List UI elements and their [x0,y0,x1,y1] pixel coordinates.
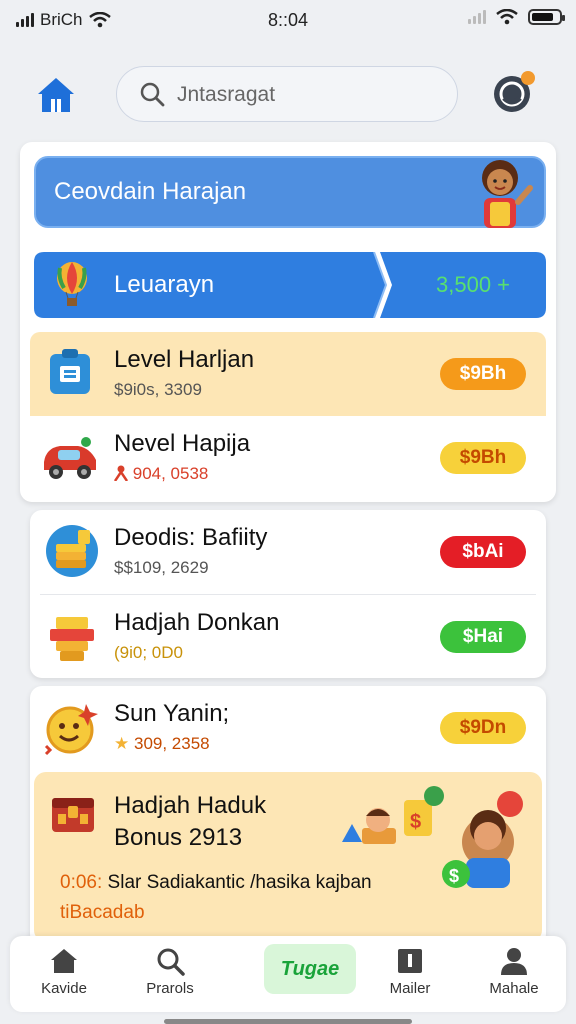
search-icon [157,948,185,976]
bonus-promo[interactable]: Hadjah Haduk Bonus 2913 $ $ 0:06: Slar S… [34,772,542,942]
nav-label: Mahale [489,980,539,997]
reward-badge[interactable]: $9Bh [440,358,526,390]
gold-stack-icon [50,617,94,661]
hero-banner[interactable]: Ceovdain Harajan [34,156,546,228]
nav-label: Tugae [280,958,340,980]
top-bar: Jntasragat [0,60,576,130]
hero-title: Ceovdain Harajan [54,178,247,205]
row-title: Nevel Hapija [114,430,251,457]
list-item[interactable]: Nevel Hapija 904, 0538 $9Bh [30,416,546,500]
reward-badge[interactable]: $9Bh [440,442,526,474]
list-card: Deodis: Bafiity $$109, 2629 $bAi Hadjah … [30,510,546,678]
search-bar[interactable]: Jntasragat [116,66,458,122]
status-bar: BriCh 8::04 [0,0,576,40]
row-subtitle: 904, 0538 [113,464,209,484]
ribbon-label: Leuarayn [114,271,215,298]
promo-text-line1: 0:06: Slar Sadiakantic /hasika kajban [60,868,372,898]
nav-item-center[interactable]: Tugae [264,944,356,994]
row-subtitle: ★ 309, 2358 [114,734,210,754]
row-subtitle: $9i0s, 3309 [114,380,202,399]
bottom-nav: Kavide Prarols Tugae Mailer Mahale [10,936,566,1012]
reward-badge[interactable]: $bAi [440,536,526,568]
row-title: Hadjah Donkan [114,609,280,636]
promo-title-line2: Bonus 2913 [114,824,243,851]
bookmark-icon [398,949,422,973]
promo-text-line2: tiBacadab [60,902,145,923]
car-icon [44,437,96,479]
star-icon: ★ [114,734,130,753]
promo-title-line1: Hadjah Haduk [114,792,267,819]
wifi-icon-secondary [496,9,518,25]
support-icon [494,71,535,112]
home-button[interactable] [34,72,78,116]
list-card-bonus: Sun Yanin; ★ 309, 2358 $9Dn Hadjah Haduk… [30,686,546,946]
nav-label: Mailer [389,980,431,997]
coins-icon [46,525,98,577]
list-item[interactable]: Level Harljan $9i0s, 3309 $9Bh [30,332,546,416]
nav-label: Prarols [146,980,194,997]
balloon-icon [57,262,87,306]
row-subtitle-value: 309, 2358 [133,734,210,753]
status-right [468,9,565,25]
level-ribbon[interactable]: Leuarayn 3,500 + [34,252,546,318]
search-input[interactable]: Jntasragat [177,83,275,107]
promo-title: Hadjah Haduk Bonus 2913 [114,790,266,854]
row-title: Sun Yanin; [114,700,230,727]
battery-icon [528,9,565,25]
svg-text:$: $ [410,811,421,833]
ribbon-value: 3,500 + [436,272,511,297]
row-subtitle: (9i0; 0D0 [114,643,183,662]
nav-item-mail[interactable]: Mailer [360,936,460,1012]
person-icon [113,465,129,482]
row-subtitle-value: 904, 0538 [132,464,209,483]
list-item[interactable]: Deodis: Bafiity $$109, 2629 $bAi [30,510,546,594]
profile-button[interactable] [490,68,538,116]
treasure-chest-icon [52,798,94,832]
clipboard-icon [50,349,90,394]
promo-description: Slar Sadiakantic /hasika kajban [102,872,372,893]
smiley-icon [44,704,98,756]
promo-text: 0:06: Slar Sadiakantic /hasika kajban ti… [60,868,372,928]
list-item[interactable]: Sun Yanin; ★ 309, 2358 $9Dn [30,686,546,770]
reward-badge[interactable]: $Hai [440,621,526,653]
nav-item-profile[interactable]: Mahale [464,936,564,1012]
row-title: Level Harljan [114,346,255,373]
svg-text:$: $ [449,866,459,886]
signal-icon-secondary [468,10,486,24]
user-icon [501,948,527,975]
nav-item-search[interactable]: Prarols [120,936,220,1012]
nav-label: Kavide [41,980,87,997]
row-subtitle: $$109, 2629 [114,558,209,577]
nav-item-home[interactable]: Kavide [14,936,114,1012]
row-title: Deodis: Bafiity [114,524,268,551]
search-icon [140,82,165,107]
main-card: Ceovdain Harajan Leuarayn 3,500 + Level … [20,142,556,502]
home-indicator [164,1019,412,1024]
list-item[interactable]: Hadjah Donkan (9i0; 0D0 $Hai [30,595,546,677]
home-icon [38,78,74,112]
home-icon [51,949,77,973]
girl-avatar-icon [482,160,533,228]
reward-badge[interactable]: $9Dn [440,712,526,744]
promo-time: 0:06: [60,872,103,893]
